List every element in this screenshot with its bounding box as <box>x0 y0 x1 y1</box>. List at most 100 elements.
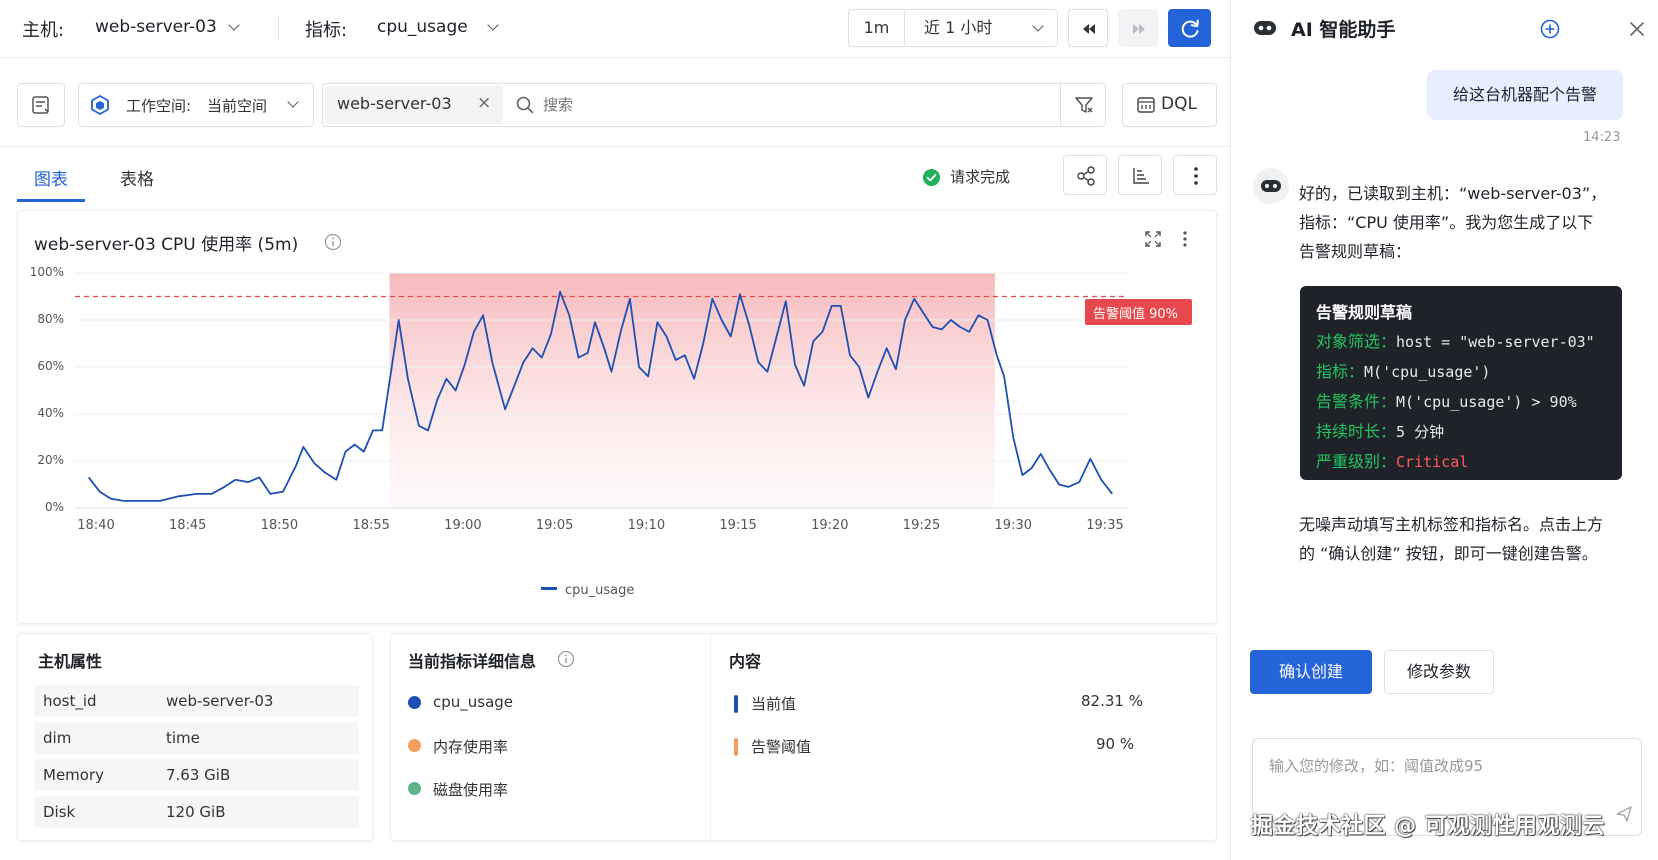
filter-tag: web-server-03 × <box>325 86 503 124</box>
tab-chart[interactable]: 图表 <box>34 165 68 190</box>
reply-line: 告警规则草稿： <box>1299 242 1412 261</box>
metric-color-dot <box>408 782 421 795</box>
draft-row: 严重级别：Critical <box>1316 447 1606 477</box>
y-tick-label: 80% <box>37 312 64 326</box>
confirm-create-button[interactable]: 确认创建 <box>1250 650 1372 694</box>
search-bar: web-server-03 × <box>322 83 1106 127</box>
metric-item[interactable]: cpu_usage <box>408 692 658 714</box>
refresh-icon <box>1181 19 1199 38</box>
dql-button[interactable]: DQL <box>1122 83 1217 127</box>
attr-value: time <box>166 729 200 747</box>
chart-legend[interactable]: cpu_usage <box>541 583 634 598</box>
close-icon[interactable]: × <box>477 93 491 113</box>
metric-item[interactable]: 内存使用率 <box>408 735 658 757</box>
assistant-reply: 好的，已读取到主机：“web-server-03”， 指标：“CPU 使用率”。… <box>1299 179 1639 266</box>
new-chat-icon[interactable] <box>1539 18 1561 40</box>
x-tick-label: 19:35 <box>1086 518 1124 533</box>
search-icon <box>516 96 534 114</box>
draft-value: M('cpu_usage') <box>1364 363 1491 381</box>
ai-assistant-panel: AI 智能助手 给这台机器配个告警 14:23 好的，已读取到主机：“web-s… <box>1230 0 1658 860</box>
x-tick-label: 19:00 <box>444 518 482 533</box>
chart-axis-icon <box>1133 168 1149 184</box>
robot-icon <box>1254 21 1276 35</box>
chevron-down-icon <box>228 19 240 31</box>
more-vertical-icon <box>1194 167 1198 185</box>
y-tick-label: 60% <box>37 359 64 373</box>
draft-key: 严重级别： <box>1316 452 1397 471</box>
host-attributes-title: 主机属性 <box>38 652 103 671</box>
draft-row: 指标：M('cpu_usage') <box>1316 357 1606 387</box>
host-select[interactable]: web-server-03 <box>92 10 252 46</box>
cpu-line-chart <box>75 272 1128 509</box>
draft-key: 告警条件： <box>1316 392 1397 411</box>
workspace-label: 工作空间: <box>126 97 192 115</box>
workspace-select[interactable]: 工作空间: 当前空间 <box>78 83 314 127</box>
metric-detail-title: 当前指标详细信息 <box>408 652 537 671</box>
chart-settings-button[interactable] <box>1118 155 1162 195</box>
metric-name: 内存使用率 <box>433 738 509 756</box>
tab-table[interactable]: 表格 <box>120 165 154 190</box>
attr-value: 120 GiB <box>166 803 226 821</box>
attr-key: host_id <box>43 692 97 710</box>
attr-row: Memory 7.63 GiB <box>34 759 359 791</box>
rewind-icon <box>1083 24 1095 34</box>
fast-forward-icon <box>1133 24 1145 34</box>
time-range-select[interactable]: 近 1 小时 <box>906 10 1058 46</box>
metric-select[interactable]: cpu_usage <box>375 10 515 46</box>
workspace-value: 当前空间 <box>207 97 268 115</box>
request-status: 请求完成 <box>950 168 1011 186</box>
modify-params-button[interactable]: 修改参数 <box>1384 650 1494 694</box>
threshold-value: 90 % <box>1096 735 1135 753</box>
y-tick-label: 0% <box>44 500 64 514</box>
top-bar: 主机: web-server-03 指标: cpu_usage 1m 近 1 小… <box>0 0 1230 58</box>
workspace-icon <box>91 94 109 116</box>
x-tick-label: 18:45 <box>168 518 207 533</box>
draft-value: host = "web-server-03" <box>1396 333 1595 351</box>
legend-label: cpu_usage <box>565 583 635 598</box>
value-marker <box>734 738 738 756</box>
draft-key: 指标： <box>1316 362 1365 381</box>
panel-icon <box>32 96 49 114</box>
search-input[interactable] <box>543 92 1023 118</box>
more-options-button[interactable] <box>1173 155 1217 195</box>
message-time: 14:23 <box>1583 130 1621 145</box>
check-circle-icon <box>923 169 940 186</box>
chart-card: web-server-03 CPU 使用率 (5m) 0% 20% 40% 60% 80… <box>17 210 1217 624</box>
watermark: 掘金技术社区 @ 可观测性用观测云 <box>1251 814 1605 839</box>
alert-rule-draft: 告警规则草稿 对象筛选：host = "web-server-03" 指标：M(… <box>1300 286 1622 480</box>
x-tick-label: 18:40 <box>77 518 115 533</box>
reply-line: 指标：“CPU 使用率”。我为您生成了以下 <box>1299 213 1594 232</box>
info-icon[interactable] <box>557 650 575 668</box>
attr-key: Disk <box>43 803 76 821</box>
forward-button[interactable] <box>1118 9 1158 47</box>
reply-line: 好的，已读取到主机：“web-server-03”， <box>1299 184 1607 203</box>
active-tab-indicator <box>17 199 85 202</box>
legend-swatch <box>541 587 557 590</box>
rewind-button[interactable] <box>1068 9 1108 47</box>
filter-tag-label: web-server-03 <box>337 94 452 113</box>
interval-select[interactable]: 1m <box>849 10 905 46</box>
robot-icon <box>1261 180 1281 192</box>
attr-row: Disk 120 GiB <box>34 796 359 828</box>
explorer-toggle-button[interactable] <box>17 83 65 127</box>
filter-button[interactable] <box>1060 84 1106 126</box>
value-marker <box>734 695 738 713</box>
x-tick-label: 19:25 <box>902 518 941 533</box>
metric-select-value: cpu_usage <box>377 17 468 37</box>
dql-label: DQL <box>1161 94 1197 114</box>
close-icon[interactable] <box>1627 19 1647 39</box>
x-tick-label: 19:30 <box>994 518 1032 533</box>
refresh-button[interactable] <box>1168 9 1211 47</box>
assistant-footer-text: 无噪声动填写主机标签和指标名。点击上方 的 “确认创建” 按钮，即可一键创建告警… <box>1299 510 1649 568</box>
metric-name: 磁盘使用率 <box>433 781 509 799</box>
time-control: 1m 近 1 小时 <box>848 9 1058 47</box>
footer-line: 无噪声动填写主机标签和指标名。点击上方 <box>1299 515 1604 534</box>
metric-item[interactable]: 磁盘使用率 <box>408 778 658 800</box>
share-button[interactable] <box>1063 155 1107 195</box>
divider <box>0 146 1230 147</box>
send-icon[interactable] <box>1615 805 1633 823</box>
y-tick-label: 100% <box>29 265 64 279</box>
attr-key: Memory <box>43 766 105 784</box>
dql-icon <box>1137 97 1155 113</box>
chevron-down-icon <box>1032 20 1044 32</box>
